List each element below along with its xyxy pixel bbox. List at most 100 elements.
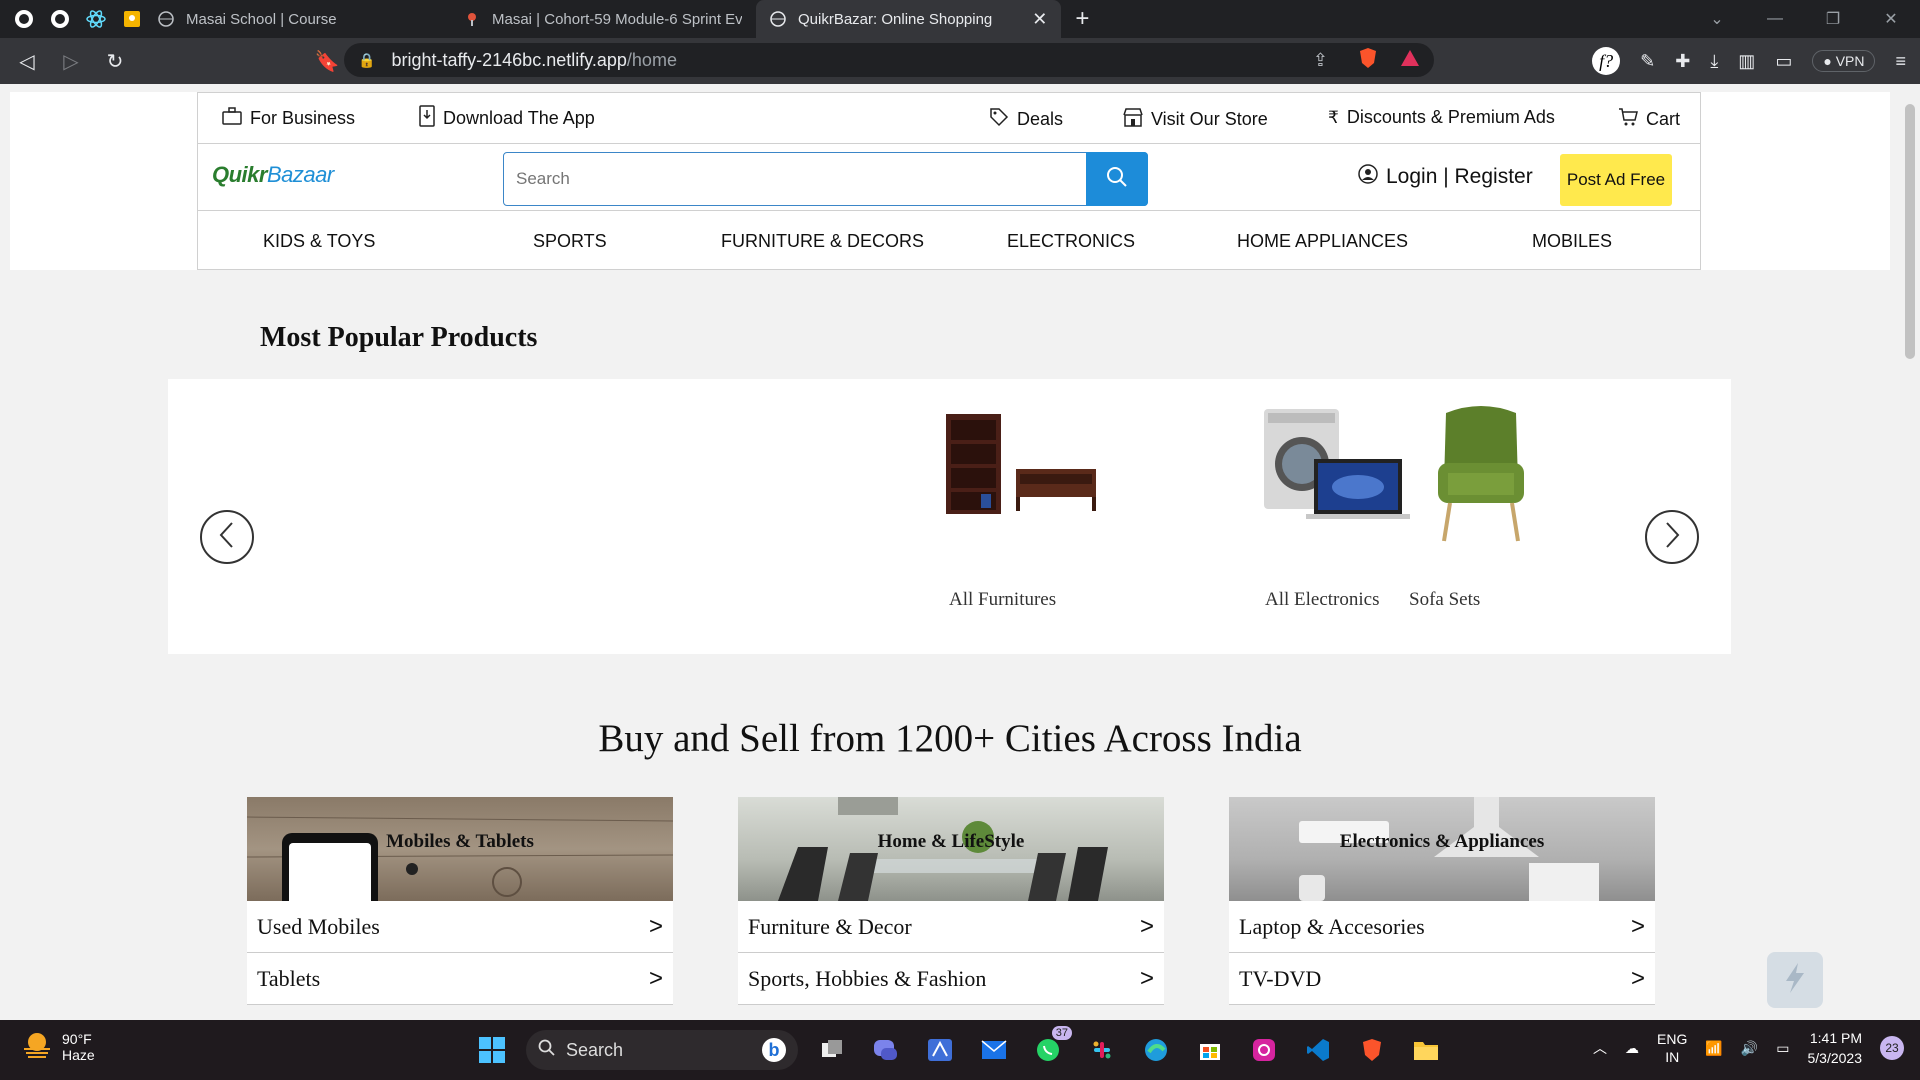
- volume-icon[interactable]: 🔊: [1741, 1040, 1758, 1057]
- quikrbazaar-logo[interactable]: QuikrBazaar: [212, 162, 334, 188]
- category-mobiles[interactable]: MOBILES: [1532, 231, 1612, 252]
- close-tab-icon[interactable]: ✕: [1032, 9, 1047, 30]
- notification-badge[interactable]: 23: [1880, 1036, 1904, 1060]
- new-tab-button[interactable]: +: [1075, 5, 1089, 33]
- task-view-icon[interactable]: [812, 1030, 852, 1070]
- category-sports[interactable]: SPORTS: [533, 231, 607, 252]
- category-kids-toys[interactable]: KIDS & TOYS: [263, 231, 375, 252]
- electronics-product-image[interactable]: [1264, 409, 1414, 524]
- language-indicator[interactable]: ENG IN: [1657, 1030, 1687, 1066]
- carousel-prev-button[interactable]: [200, 510, 254, 564]
- edge-icon[interactable]: [1136, 1030, 1176, 1070]
- brave-shield-icon[interactable]: [1358, 47, 1378, 74]
- deals-link[interactable]: Deals: [989, 107, 1063, 132]
- category-furniture[interactable]: FURNITURE & DECORS: [721, 231, 924, 252]
- section-title-cities: Buy and Sell from 1200+ Cities Across In…: [598, 717, 1302, 760]
- card-title: Home & LifeStyle: [877, 831, 1025, 852]
- store-app-icon[interactable]: [1190, 1030, 1230, 1070]
- teams-chat-icon[interactable]: [866, 1030, 906, 1070]
- search-button[interactable]: [1086, 152, 1148, 206]
- login-register-link[interactable]: Login | Register: [1358, 164, 1533, 190]
- list-item[interactable]: Laptop & Accesories >: [1229, 901, 1655, 953]
- product-label-sofa-sets[interactable]: Sofa Sets: [1409, 589, 1480, 611]
- visit-store-link[interactable]: Visit Our Store: [1123, 107, 1268, 132]
- mail-icon[interactable]: [974, 1030, 1014, 1070]
- page-viewport: For Business Download The App Deals Visi…: [0, 84, 1900, 1020]
- instagram-icon[interactable]: [1244, 1030, 1284, 1070]
- wifi-icon[interactable]: 📶: [1705, 1040, 1722, 1057]
- floating-action-button[interactable]: [1767, 952, 1823, 1008]
- download-app-link[interactable]: Download The App: [419, 105, 595, 132]
- cart-label: Cart: [1646, 109, 1681, 129]
- category-home-appliances[interactable]: HOME APPLIANCES: [1237, 231, 1408, 252]
- scrollbar-thumb[interactable]: [1905, 104, 1915, 359]
- carousel-next-button[interactable]: [1645, 510, 1699, 564]
- restore-button[interactable]: ❐: [1804, 9, 1862, 29]
- discounts-link[interactable]: ₹ Discounts & Premium Ads: [1328, 107, 1555, 128]
- list-item[interactable]: TV-DVD >: [1229, 953, 1655, 1005]
- list-item[interactable]: Sports, Hobbies & Fashion >: [738, 953, 1164, 1005]
- fonts-extension-icon[interactable]: f?: [1592, 47, 1621, 75]
- github-icon[interactable]: [12, 7, 36, 31]
- slack-icon[interactable]: [1082, 1030, 1122, 1070]
- globe-icon: [158, 11, 174, 27]
- card-banner[interactable]: Electronics & Appliances: [1229, 797, 1655, 901]
- post-ad-button[interactable]: Post Ad Free: [1560, 154, 1672, 206]
- vpn-button[interactable]: ● VPN: [1812, 50, 1876, 72]
- user-icon: [1358, 164, 1378, 190]
- keep-notes-icon[interactable]: [120, 7, 144, 31]
- share-icon[interactable]: ⇪: [1313, 50, 1328, 71]
- lock-icon: 🔒: [358, 51, 376, 68]
- product-label-electronics[interactable]: All Electronics: [1265, 589, 1380, 611]
- bookmark-icon[interactable]: 🔖: [310, 49, 344, 74]
- app-icon[interactable]: [920, 1030, 960, 1070]
- clock-time: 1:41 PM: [1809, 1030, 1862, 1046]
- browser-tab[interactable]: Masai School | Course: [144, 0, 450, 38]
- wallet-icon[interactable]: ▭: [1775, 51, 1792, 72]
- close-window-button[interactable]: ✕: [1862, 9, 1920, 29]
- reload-icon[interactable]: ↻: [98, 49, 132, 74]
- list-item[interactable]: Used Mobiles >: [247, 901, 673, 953]
- browser-tab-active[interactable]: QuikrBazar: Online Shopping ✕: [756, 0, 1062, 38]
- extensions-icon[interactable]: ✚: [1675, 51, 1690, 72]
- back-icon[interactable]: ◁: [10, 49, 44, 74]
- github-icon[interactable]: [48, 7, 72, 31]
- whatsapp-icon[interactable]: 37: [1028, 1026, 1072, 1070]
- product-label-furnitures[interactable]: All Furnitures: [949, 589, 1056, 611]
- forward-icon[interactable]: ▷: [54, 49, 88, 74]
- downloads-icon[interactable]: ⤓: [1710, 51, 1718, 72]
- for-business-link[interactable]: For Business: [222, 107, 355, 130]
- browser-tab[interactable]: Masai | Cohort-59 Module-6 Sprint Ev: [450, 0, 756, 38]
- cart-link[interactable]: Cart: [1618, 107, 1680, 132]
- list-item[interactable]: Furniture & Decor >: [738, 901, 1164, 953]
- furniture-product-image[interactable]: [946, 414, 1106, 519]
- page-scrollbar[interactable]: [1900, 84, 1920, 1020]
- address-bar[interactable]: 🔒 bright-taffy-2146bc.netlify.app/home ⇪: [344, 43, 1434, 77]
- list-item[interactable]: Tablets >: [247, 953, 673, 1005]
- globe-icon: [770, 11, 786, 27]
- card-banner[interactable]: Mobiles & Tablets: [247, 797, 673, 901]
- clock[interactable]: 1:41 PM 5/3/2023: [1808, 1028, 1863, 1068]
- brave-icon[interactable]: [1352, 1030, 1392, 1070]
- tab-search-icon[interactable]: ⌄: [1688, 9, 1746, 29]
- menu-icon[interactable]: ≡: [1895, 51, 1906, 72]
- brave-rewards-icon[interactable]: [1400, 49, 1420, 72]
- file-explorer-icon[interactable]: [1406, 1030, 1446, 1070]
- category-electronics[interactable]: ELECTRONICS: [1007, 231, 1135, 252]
- battery-icon[interactable]: ▭: [1776, 1040, 1789, 1057]
- tab-title: Masai School | Course: [186, 10, 337, 28]
- weather-widget[interactable]: 90°F Haze: [22, 1030, 95, 1063]
- sidebar-icon[interactable]: ▥: [1738, 51, 1755, 72]
- sofa-product-image[interactable]: [1436, 403, 1526, 548]
- card-banner[interactable]: Home & LifeStyle: [738, 797, 1164, 901]
- color-picker-icon[interactable]: ✎: [1640, 51, 1655, 72]
- minimize-button[interactable]: —: [1746, 10, 1804, 28]
- onedrive-cloud-icon[interactable]: ☁: [1625, 1040, 1639, 1057]
- search-input[interactable]: [516, 169, 1076, 189]
- chevron-up-icon[interactable]: ︿: [1593, 1038, 1607, 1058]
- clock-date: 5/3/2023: [1807, 1050, 1863, 1066]
- react-icon[interactable]: [84, 7, 108, 31]
- vscode-icon[interactable]: [1298, 1030, 1338, 1070]
- windows-start-icon[interactable]: [472, 1030, 512, 1070]
- taskbar-search[interactable]: Search b: [526, 1030, 798, 1070]
